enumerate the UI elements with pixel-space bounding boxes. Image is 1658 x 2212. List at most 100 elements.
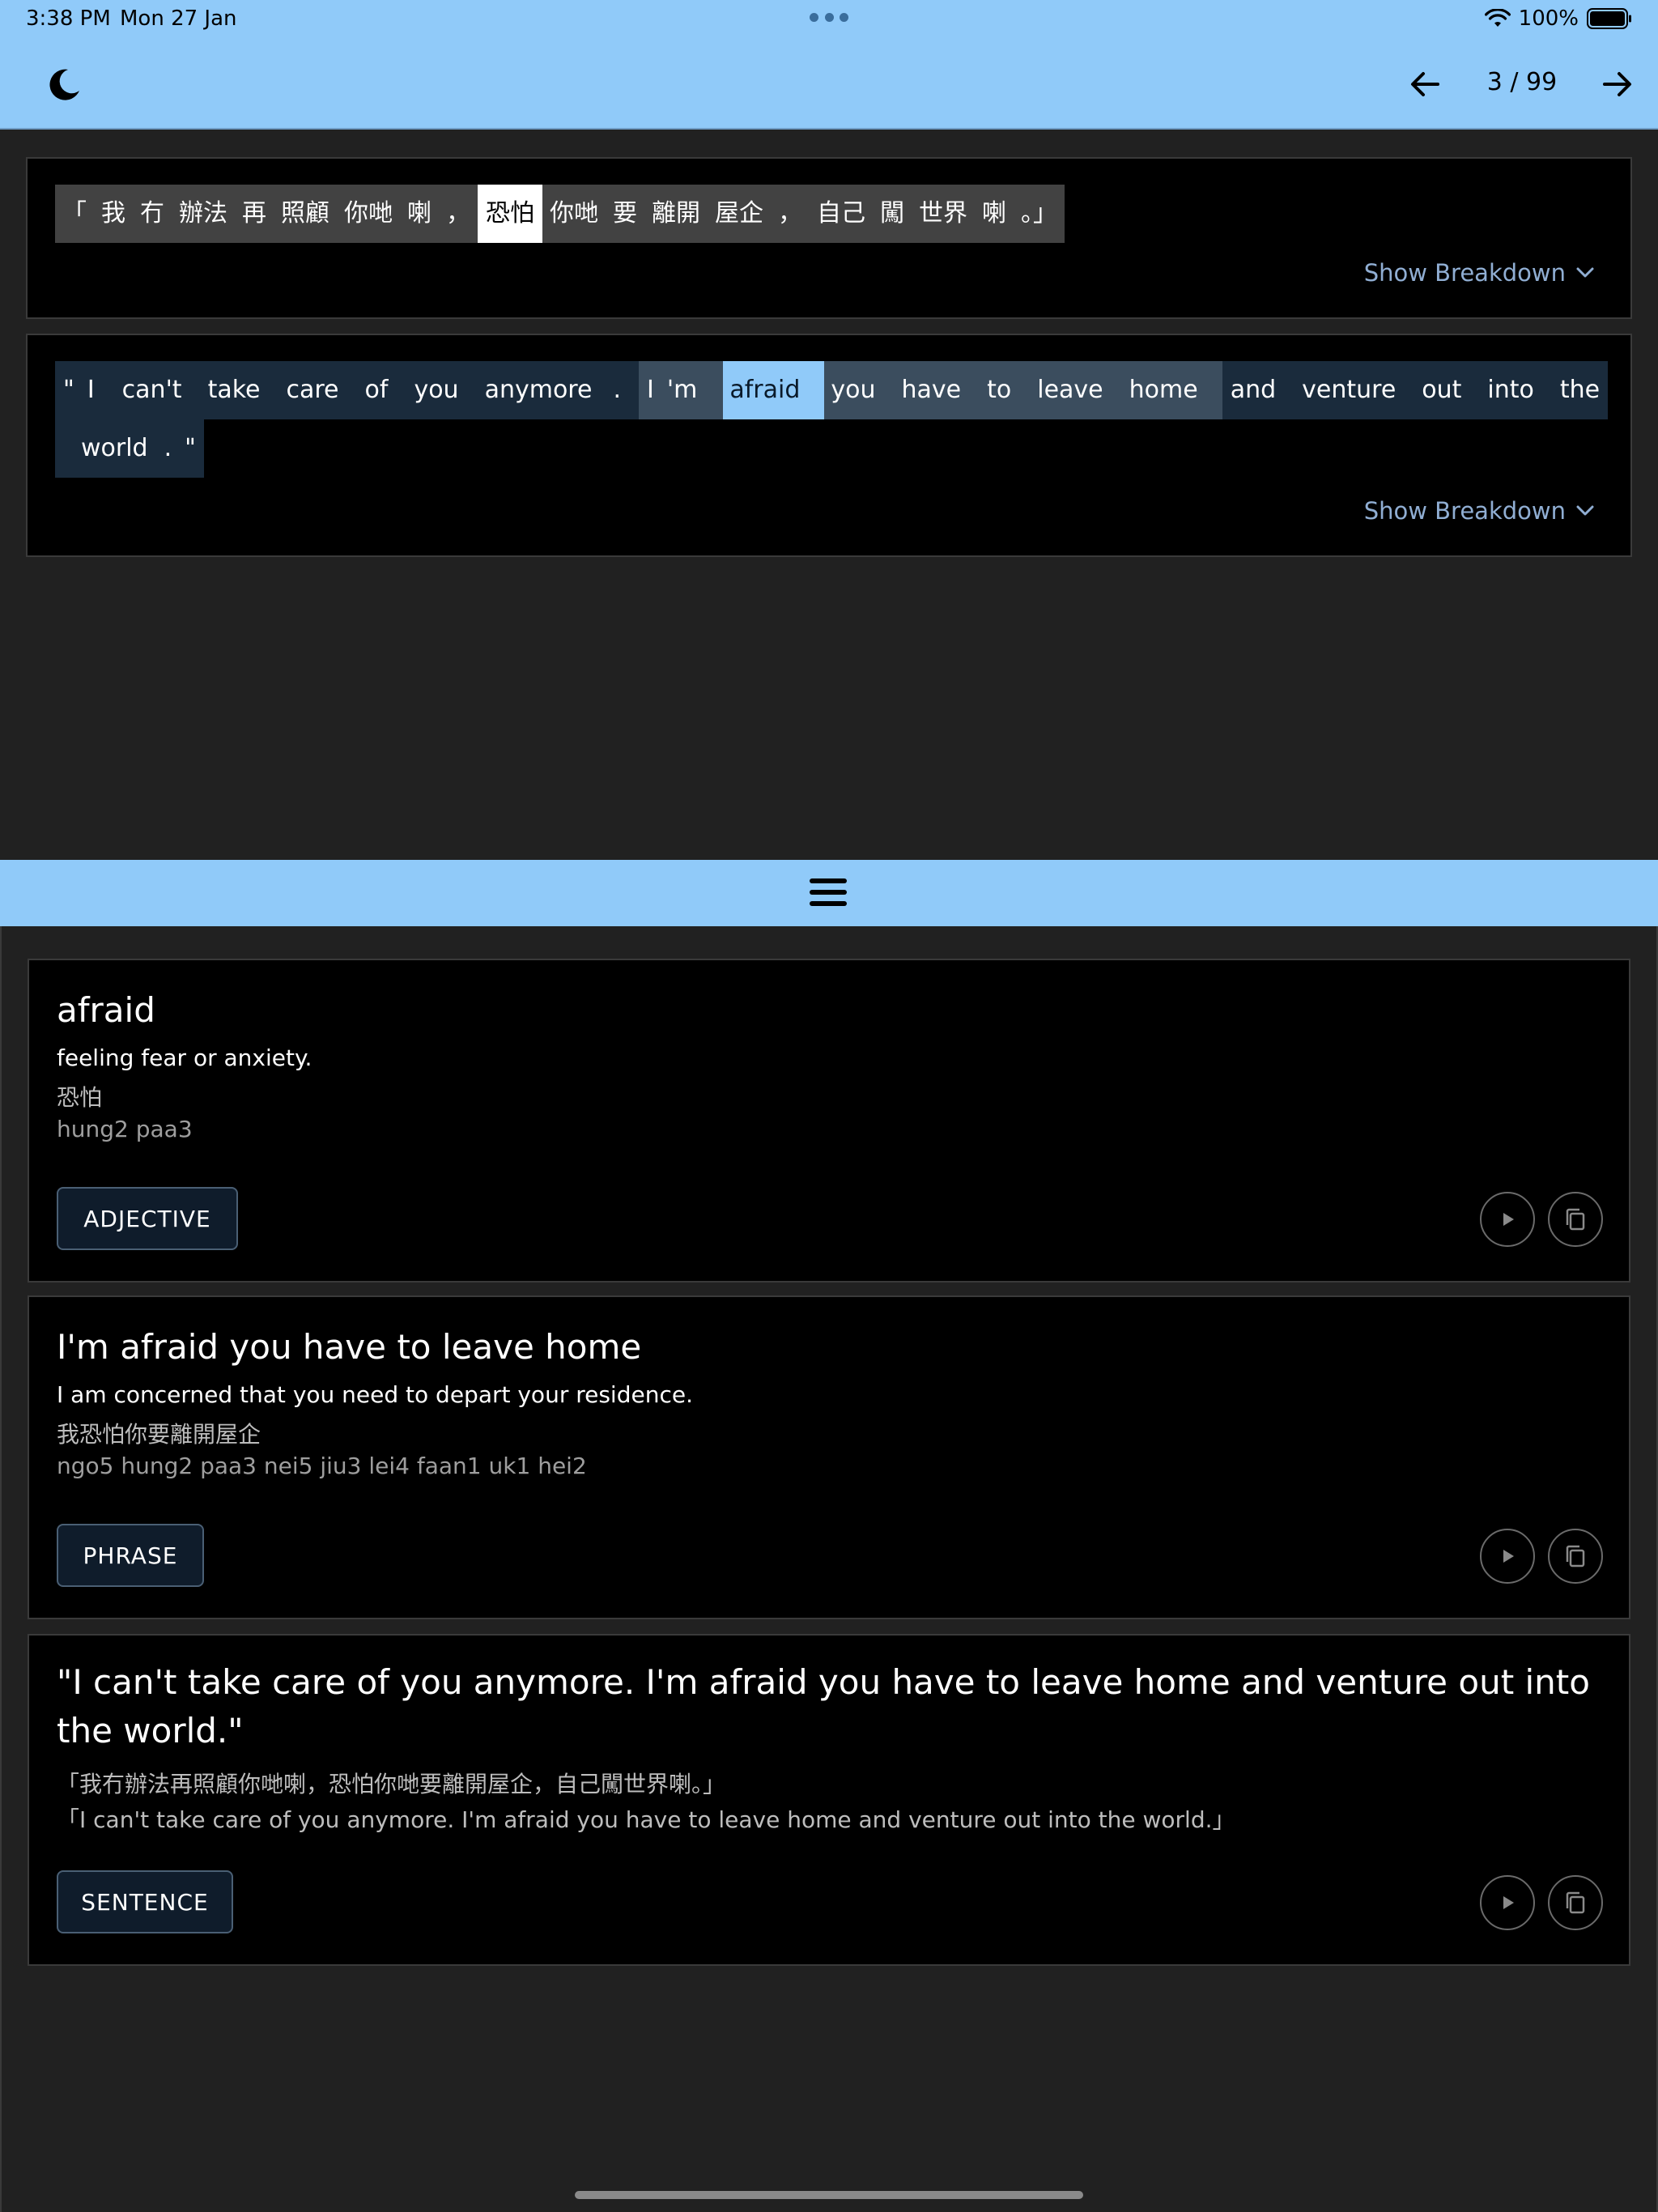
target-token[interactable]: I	[79, 361, 109, 419]
source-token[interactable]: 要	[606, 185, 644, 243]
entry-title: I'm afraid you have to leave home	[57, 1327, 642, 1367]
source-token[interactable]: 。」	[1014, 185, 1065, 243]
play-icon	[1503, 1213, 1514, 1226]
target-token[interactable]: the	[1547, 361, 1608, 419]
target-token[interactable]: "	[55, 361, 79, 419]
part-of-speech-button[interactable]: SENTENCE	[57, 1870, 233, 1933]
top-app-bar: 3:38 PM Mon 27 Jan 100% 3 / 99	[0, 0, 1658, 130]
target-token[interactable]: out	[1409, 361, 1474, 419]
play-audio-button[interactable]	[1480, 1192, 1535, 1247]
home-indicator[interactable]	[575, 2191, 1083, 2199]
play-audio-button[interactable]	[1480, 1529, 1535, 1584]
arrow-left-icon[interactable]	[1405, 65, 1444, 104]
copy-icon	[1566, 1891, 1585, 1914]
play-icon	[1503, 1896, 1514, 1909]
source-token[interactable]: 喇	[975, 185, 1014, 243]
multitasking-dots-icon[interactable]	[810, 13, 848, 24]
target-token-row: world . "	[55, 419, 204, 478]
source-token[interactable]: 你哋	[337, 185, 400, 243]
source-token[interactable]: 照顧	[274, 185, 337, 243]
hamburger-menu-icon[interactable]	[808, 873, 848, 912]
target-sentence-card: " I can't take care of you anymore . I '…	[26, 334, 1632, 557]
target-token[interactable]: I	[639, 361, 661, 419]
show-breakdown-button[interactable]: Show Breakdown	[1364, 497, 1595, 525]
show-breakdown-label: Show Breakdown	[1363, 497, 1566, 525]
target-token[interactable]: have	[889, 361, 975, 419]
entry-definition: I am concerned that you need to depart y…	[57, 1381, 693, 1408]
target-token-row: " I can't take care of you anymore . I '…	[55, 361, 1609, 419]
copy-icon	[1566, 1545, 1585, 1568]
status-time: 3:38 PM	[26, 6, 111, 31]
target-token-selected[interactable]: afraid	[723, 361, 825, 419]
target-token[interactable]: care	[274, 361, 352, 419]
source-token-selected[interactable]: 恐怕	[478, 185, 542, 243]
source-token[interactable]: 喇	[400, 185, 439, 243]
source-token[interactable]: 你哋	[542, 185, 606, 243]
entry-chinese: 「我冇辦法再照顧你哋喇，恐怕你哋要離開屋企，自己闖世界喇。」	[57, 1771, 726, 1797]
source-token[interactable]: 我	[94, 185, 133, 243]
source-token[interactable]: 離開	[644, 185, 708, 243]
source-token[interactable]: 冇	[133, 185, 172, 243]
show-breakdown-button[interactable]: Show Breakdown	[1364, 259, 1595, 287]
target-token[interactable]: and	[1222, 361, 1289, 419]
panel-drag-handle[interactable]	[0, 860, 1658, 926]
target-token[interactable]: to	[974, 361, 1024, 419]
source-token[interactable]: 闖	[873, 185, 912, 243]
target-token[interactable]: of	[352, 361, 402, 419]
entry-title: afraid	[57, 990, 155, 1030]
play-audio-button[interactable]	[1480, 1875, 1535, 1930]
source-token[interactable]: 「	[55, 185, 94, 243]
copy-button[interactable]	[1548, 1529, 1603, 1584]
chevron-down-icon	[1576, 267, 1594, 278]
entry-definition: feeling fear or anxiety.	[57, 1044, 312, 1071]
source-token[interactable]: 自己	[810, 185, 873, 243]
target-token[interactable]: you	[824, 361, 888, 419]
status-indicators: 100%	[1484, 6, 1632, 31]
play-icon	[1503, 1550, 1514, 1563]
source-token[interactable]: ，	[439, 185, 478, 243]
copy-button[interactable]	[1548, 1192, 1603, 1247]
part-of-speech-button[interactable]: PHRASE	[57, 1524, 204, 1587]
target-phrase-group: I 'm afraid you have to leave home	[638, 361, 1222, 419]
copy-button[interactable]	[1548, 1875, 1603, 1930]
wifi-icon	[1484, 9, 1511, 27]
source-token[interactable]: ，	[771, 185, 810, 243]
entry-chinese: 我恐怕你要離開屋企	[57, 1421, 261, 1448]
battery-icon	[1587, 8, 1631, 29]
entry-jyutping: hung2 paa3	[57, 1116, 193, 1142]
page-counter: 3 / 99	[1486, 68, 1558, 96]
arrow-right-icon[interactable]	[1598, 65, 1637, 104]
target-token[interactable]: venture	[1289, 361, 1409, 419]
target-token[interactable]: home	[1116, 361, 1222, 419]
target-token[interactable]: "	[180, 419, 204, 478]
word-entry-card: afraid feeling fear or anxiety. 恐怕 hung2…	[28, 959, 1630, 1283]
source-token[interactable]: 屋企	[708, 185, 771, 243]
battery-percent: 100%	[1518, 6, 1579, 31]
target-token[interactable]: you	[401, 361, 471, 419]
phrase-entry-card: I'm afraid you have to leave home I am c…	[28, 1295, 1630, 1619]
target-token[interactable]: .	[156, 419, 181, 478]
entry-english: 「I can't take care of you anymore. I'm a…	[57, 1806, 1235, 1833]
sentence-entry-card: "I can't take care of you anymore. I'm a…	[28, 1634, 1630, 1966]
source-sentence-card: 「 我 冇 辦法 再 照顧 你哋 喇 ， 恐怕 你哋 要 離開 屋企 ， 自己 …	[26, 157, 1632, 319]
dark-mode-moon-icon[interactable]	[44, 65, 84, 105]
part-of-speech-button[interactable]: ADJECTIVE	[57, 1187, 238, 1250]
show-breakdown-label: Show Breakdown	[1363, 259, 1566, 287]
target-token[interactable]: leave	[1024, 361, 1116, 419]
entry-title: "I can't take care of you anymore. I'm a…	[57, 1662, 1590, 1750]
target-token[interactable]: 'm	[661, 361, 723, 419]
source-token[interactable]: 再	[235, 185, 274, 243]
copy-icon	[1566, 1208, 1585, 1231]
source-token-row: 「 我 冇 辦法 再 照顧 你哋 喇 ， 恐怕 你哋 要 離開 屋企 ， 自己 …	[55, 185, 1065, 243]
target-token[interactable]: can't	[109, 361, 195, 419]
target-token[interactable]: into	[1474, 361, 1546, 419]
target-token[interactable]: take	[195, 361, 274, 419]
target-token[interactable]: anymore	[472, 361, 606, 419]
chevron-down-icon	[1576, 505, 1594, 516]
target-token[interactable]: world	[55, 419, 156, 478]
target-token[interactable]: .	[605, 361, 639, 419]
source-token[interactable]: 辦法	[172, 185, 235, 243]
status-date: Mon 27 Jan	[120, 6, 237, 31]
source-token[interactable]: 世界	[912, 185, 975, 243]
entry-chinese: 恐怕	[57, 1084, 103, 1111]
